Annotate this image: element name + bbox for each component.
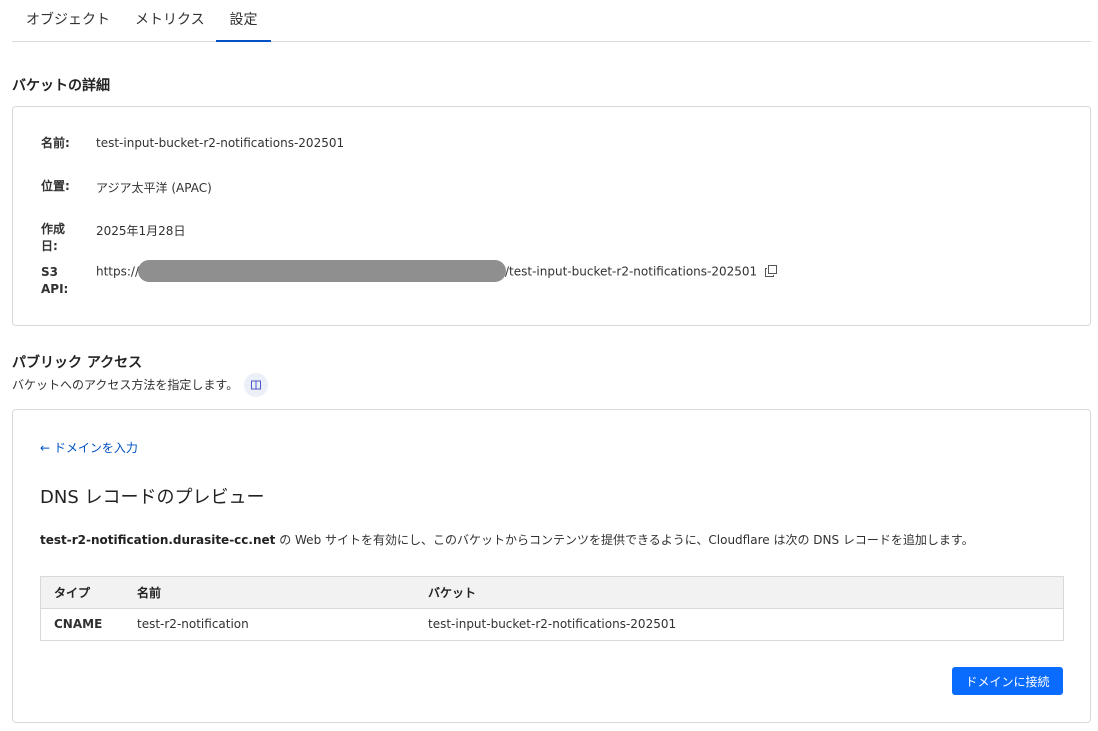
- name-value: test-input-bucket-r2-notifications-20250…: [96, 136, 345, 150]
- location-label: 位置:: [41, 179, 70, 193]
- s3-api-suffix: /test-input-bucket-r2-notifications-2025…: [505, 264, 758, 279]
- s3-api-value: https:// /test-input-bucket-r2-notificati…: [96, 260, 778, 283]
- public-access-card: ← ドメインを入力 DNS レコードのプレビュー test-r2-notific…: [12, 409, 1091, 723]
- record-name: test-r2-notification: [137, 617, 249, 631]
- preview-text: の Web サイトを有効にし、このバケットからコンテンツを提供できるように、Cl…: [275, 533, 974, 547]
- bucket-details-card: 名前: test-input-bucket-r2-notifications-2…: [12, 106, 1091, 326]
- location-value: アジア太平洋 (APAC): [96, 181, 212, 195]
- connect-domain-button[interactable]: ドメインに接続: [952, 667, 1063, 695]
- dns-records-table: タイプ 名前 バケット CNAME test-r2-notification t…: [40, 576, 1064, 641]
- header-name: 名前: [137, 586, 162, 600]
- public-access-description: バケットへのアクセス方法を指定します。: [12, 378, 239, 392]
- s3-api-label: S3 API:: [41, 265, 69, 296]
- preview-domain: test-r2-notification.durasite-cc.net: [40, 533, 276, 547]
- tab-metrics[interactable]: メトリクス: [120, 0, 228, 42]
- created-value: 2025年1月28日: [96, 224, 186, 238]
- s3-api-prefix: https://: [96, 264, 140, 279]
- dns-preview-description: test-r2-notification.durasite-cc.net の W…: [40, 531, 974, 548]
- enter-domain-back-link[interactable]: ← ドメインを入力: [40, 439, 138, 456]
- tab-bar: オブジェクト メトリクス 設定: [12, 0, 1091, 42]
- dns-preview-title: DNS レコードのプレビュー: [40, 487, 265, 508]
- tab-settings[interactable]: 設定: [216, 0, 271, 42]
- name-label: 名前:: [41, 136, 70, 150]
- redacted-block: [138, 260, 507, 282]
- header-type: タイプ: [54, 586, 91, 600]
- created-label: 作成日:: [41, 222, 66, 253]
- table-row: CNAME test-r2-notification test-input-bu…: [41, 609, 1063, 640]
- bucket-details-title: バケットの詳細: [12, 78, 110, 94]
- header-bucket: バケット: [428, 586, 477, 600]
- docs-icon[interactable]: [244, 373, 268, 397]
- record-bucket: test-input-bucket-r2-notifications-20250…: [428, 617, 677, 631]
- record-type: CNAME: [54, 617, 103, 631]
- tab-objects[interactable]: オブジェクト: [12, 0, 120, 42]
- public-access-title: パブリック アクセス: [12, 355, 143, 371]
- table-header: タイプ 名前 バケット: [41, 577, 1063, 609]
- copy-icon[interactable]: [765, 264, 778, 277]
